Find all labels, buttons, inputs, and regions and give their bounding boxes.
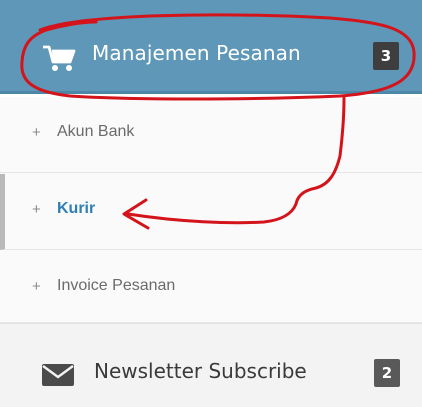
envelope-icon xyxy=(42,364,74,386)
shopping-cart-icon xyxy=(43,45,76,71)
menu-header-label: Manajemen Pesanan xyxy=(92,41,301,65)
submenu-item-label: Invoice Pesanan xyxy=(57,277,176,294)
count-badge: 2 xyxy=(374,359,400,387)
submenu-item-kurir[interactable]: + Kurir xyxy=(0,174,422,250)
menu-header-manajemen-pesanan[interactable]: Manajemen Pesanan 3 xyxy=(0,0,422,94)
submenu-item-label: Kurir xyxy=(57,200,96,217)
plus-icon: + xyxy=(32,124,41,141)
submenu-item-label: Akun Bank xyxy=(57,123,135,140)
menu-header-newsletter-subscribe[interactable]: Newsletter Subscribe 2 xyxy=(0,323,422,407)
plus-icon: + xyxy=(32,201,41,218)
submenu-list: + Akun Bank + Kurir + Invoice Pesanan xyxy=(0,97,422,323)
submenu-item-invoice-pesanan[interactable]: + Invoice Pesanan xyxy=(0,251,422,323)
submenu-item-akun-bank[interactable]: + Akun Bank xyxy=(0,97,422,173)
plus-icon: + xyxy=(32,278,41,295)
newsletter-label: Newsletter Subscribe xyxy=(94,359,307,383)
count-badge: 3 xyxy=(373,42,399,70)
